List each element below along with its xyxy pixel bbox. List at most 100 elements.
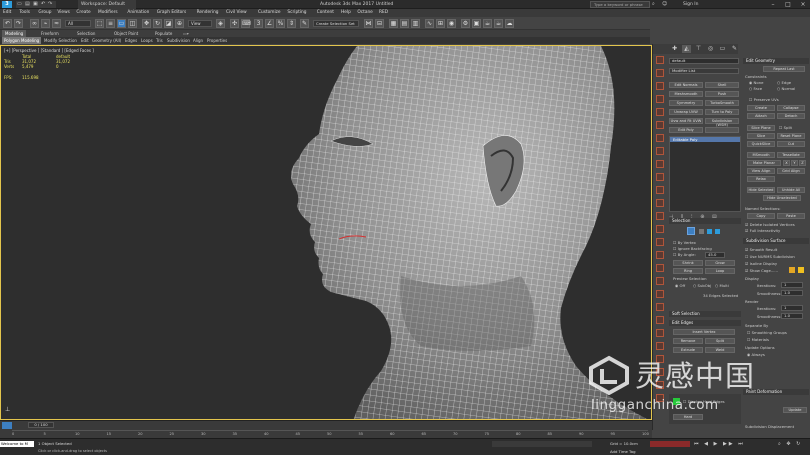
render-smoothness-field[interactable]: 1.0 — [781, 313, 803, 319]
render-production-icon[interactable]: ☕ — [483, 19, 492, 28]
snaps-toggle-icon[interactable]: 3 — [254, 19, 263, 28]
make-planar-button[interactable]: Make Planar — [747, 160, 781, 166]
by-vertex-checkbox[interactable]: ☐ By Vertex — [673, 240, 696, 245]
show-cage-checkbox[interactable]: ☑ Show Cage...... — [745, 268, 778, 273]
copy-button[interactable]: Copy — [747, 213, 775, 219]
modifier-stack[interactable]: Editable Poly — [669, 136, 741, 212]
side-tool-icon[interactable] — [656, 316, 664, 324]
angle-snap-icon[interactable]: ∠ — [265, 19, 274, 28]
minimize-button[interactable]: – — [766, 0, 780, 9]
menu-item-tools[interactable]: Tools — [19, 9, 30, 17]
undo-icon[interactable]: ↶ — [3, 19, 12, 28]
menu-item-octane[interactable]: Octane — [357, 9, 372, 17]
auto-key-button[interactable] — [650, 441, 690, 447]
spinner-snap-icon[interactable]: ⇕ — [287, 19, 296, 28]
grow-button[interactable]: Grow — [705, 260, 735, 266]
open-file-icon[interactable]: ▤ — [25, 1, 30, 8]
render-setup-icon[interactable]: ⚙ — [461, 19, 470, 28]
menu-item-graph-editors[interactable]: Graph Editors — [157, 9, 187, 17]
preview-subobj-radio[interactable]: ○ SubObj — [693, 283, 711, 288]
render-iterations-field[interactable]: 1 — [781, 305, 803, 311]
add-time-tag[interactable]: Add Time Tag — [610, 449, 635, 454]
split-button[interactable]: Split — [705, 338, 735, 344]
side-tool-icon[interactable] — [656, 342, 664, 350]
ribbon-panel-tris[interactable]: Tris — [156, 37, 163, 44]
preserve-uvs-checkbox[interactable]: ☐ Preserve UVs — [749, 97, 779, 102]
create-tab-icon[interactable]: ✚ — [670, 45, 679, 53]
loop-button[interactable]: Loop — [705, 268, 735, 274]
place-icon[interactable]: ⊕ — [175, 19, 184, 28]
utilities-tab-icon[interactable]: ✎ — [730, 45, 739, 53]
menu-item-scripting[interactable]: Scripting — [287, 9, 306, 17]
side-tool-icon[interactable] — [656, 95, 664, 103]
side-tool-icon[interactable] — [656, 108, 664, 116]
angle-value-field[interactable]: 45.0 — [705, 252, 725, 258]
keyboard-shortcut-icon[interactable]: ⌨ — [241, 19, 251, 28]
playback-controls[interactable]: ⏮ ◀ ▶ ▶▶ ⏭ — [694, 441, 774, 447]
edit-geometry-rollout-header[interactable]: Edit Geometry — [743, 58, 809, 64]
undo-icon[interactable]: ↶ — [41, 1, 45, 8]
head-mesh-render[interactable] — [1, 46, 652, 420]
remove-button[interactable]: Remove — [673, 338, 703, 344]
menu-item-customize[interactable]: Customize — [258, 9, 281, 17]
time-slider-thumb[interactable] — [2, 422, 12, 429]
collapse-button[interactable]: Collapse — [777, 105, 805, 111]
side-tool-icon[interactable] — [656, 303, 664, 311]
ribbon-panel-edges[interactable]: Edges — [125, 37, 137, 44]
hierarchy-tab-icon[interactable]: ⊤ — [694, 45, 703, 53]
search-icon[interactable]: ⌕ — [652, 0, 655, 9]
push-button[interactable]: Push — [705, 91, 739, 97]
perspective-viewport[interactable]: [+] [Perspective ] [Standard ] [Edged Fa… — [0, 45, 652, 420]
side-tool-icon[interactable] — [656, 121, 664, 129]
ribbon-panel-align[interactable]: Align — [193, 37, 203, 44]
rotate-icon[interactable]: ↻ — [153, 19, 162, 28]
menu-item-modifiers[interactable]: Modifiers — [98, 9, 118, 17]
display-smoothness-field[interactable]: 1.0 — [781, 290, 803, 296]
paste-button[interactable]: Paste — [777, 213, 805, 219]
side-tool-icon[interactable] — [656, 147, 664, 155]
ribbon-panel-geometry[interactable]: Geometry (All) — [92, 37, 121, 44]
create-button[interactable]: Create — [747, 105, 775, 111]
shell-button[interactable]: Shell — [705, 82, 739, 88]
menu-item-edit[interactable]: Edit — [3, 9, 11, 17]
edit-poly-button[interactable]: Edit Poly — [669, 127, 703, 133]
menu-item-help[interactable]: Help — [341, 9, 351, 17]
side-tool-icon[interactable] — [656, 160, 664, 168]
ribbon-panel-loops[interactable]: Loops — [141, 37, 153, 44]
turbosmooth-button[interactable]: TurboSmooth — [705, 100, 739, 106]
workspace-selector[interactable]: Workspace: Default — [78, 0, 136, 9]
unwrap-uvw-button[interactable]: Unwrap UVW — [669, 109, 703, 115]
side-tool-icon[interactable] — [656, 290, 664, 298]
selection-rollout-header[interactable]: Selection — [669, 218, 741, 224]
frame-counter[interactable]: 0 / 100 — [28, 422, 54, 428]
window-crossing-icon[interactable]: ◫ — [128, 19, 137, 28]
cage-color-swatch[interactable] — [789, 267, 795, 273]
named-selection-set-dropdown[interactable]: Create Selection Set — [313, 20, 359, 27]
user-icon[interactable]: ☺ — [662, 0, 667, 9]
coordinate-fields[interactable] — [492, 441, 592, 447]
side-tool-icon[interactable] — [656, 56, 664, 64]
soft-selection-rollout-header[interactable]: Soft Selection — [669, 311, 741, 317]
display-iterations-field[interactable]: 1 — [781, 282, 803, 288]
edge-subobject-icon[interactable] — [687, 227, 695, 235]
close-button[interactable]: × — [796, 0, 810, 9]
configure-sets-button[interactable] — [705, 127, 739, 133]
insert-vertex-button[interactable]: Insert Vertex — [673, 329, 735, 335]
full-interactivity-checkbox[interactable]: ☑ Full Interactivity — [745, 228, 780, 233]
side-tool-icon[interactable] — [656, 173, 664, 181]
constraint-face-radio[interactable]: ○ Face — [749, 86, 762, 91]
ignore-backfacing-checkbox[interactable]: ☐ Ignore Backfacing — [673, 246, 712, 251]
display-tab-icon[interactable]: ▭ — [718, 45, 727, 53]
new-file-icon[interactable]: ▭ — [17, 1, 22, 8]
scale-icon[interactable]: ◪ — [164, 19, 173, 28]
maxscript-listener[interactable]: Welcome to M — [0, 441, 34, 447]
vertex-subobject-icon[interactable] — [699, 229, 704, 234]
menu-item-views[interactable]: Views — [57, 9, 69, 17]
subdivision-surface-rollout-header[interactable]: Subdivision Surface — [743, 238, 809, 244]
split-checkbox[interactable]: ☐ Split — [779, 125, 792, 130]
constraint-none-radio[interactable]: ◉ None — [749, 80, 763, 85]
menu-item-content[interactable]: Content — [317, 9, 334, 17]
planar-y-button[interactable]: Y — [791, 160, 798, 166]
select-manipulate-icon[interactable]: ✣ — [230, 19, 239, 28]
layer-explorer-icon[interactable]: ▤ — [400, 19, 409, 28]
